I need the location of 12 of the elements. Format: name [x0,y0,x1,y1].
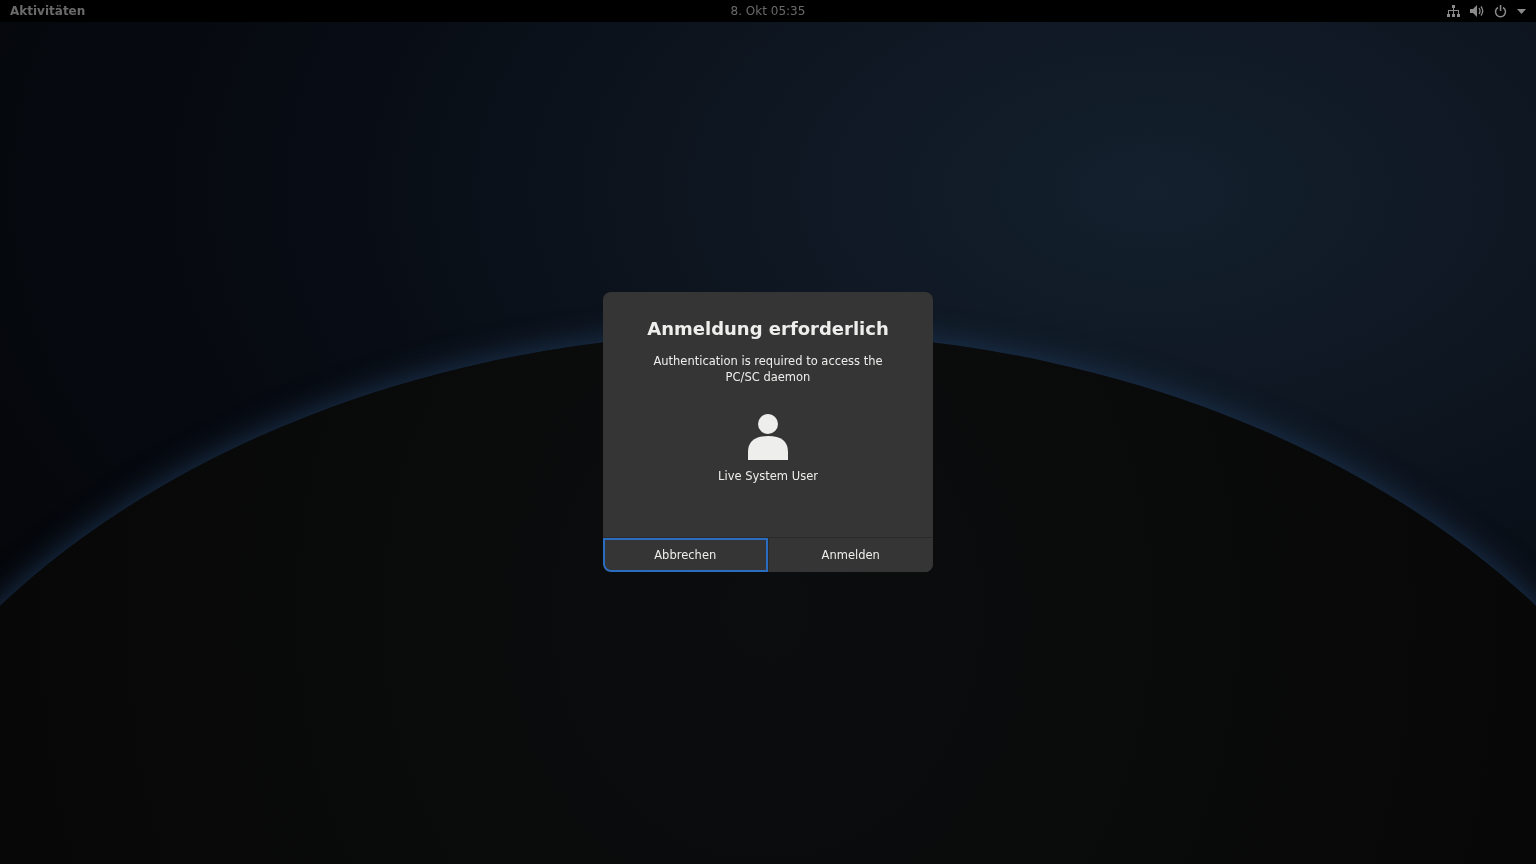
dialog-message: Authentication is required to access the PC/SC daemon [652,353,884,385]
clock[interactable]: 8. Okt 05:35 [730,4,806,18]
user-name: Live System User [718,469,818,483]
activities-button[interactable]: Aktivitäten [10,4,86,18]
dropdown-arrow-icon[interactable] [1517,8,1526,14]
power-icon[interactable] [1494,4,1507,18]
cancel-button[interactable]: Abbrechen [603,538,768,572]
network-icon[interactable] [1447,4,1460,18]
login-button[interactable]: Anmelden [767,538,933,572]
user-avatar-icon [748,414,788,460]
volume-icon[interactable] [1470,5,1484,17]
dialog-title: Anmeldung erforderlich [647,318,889,339]
